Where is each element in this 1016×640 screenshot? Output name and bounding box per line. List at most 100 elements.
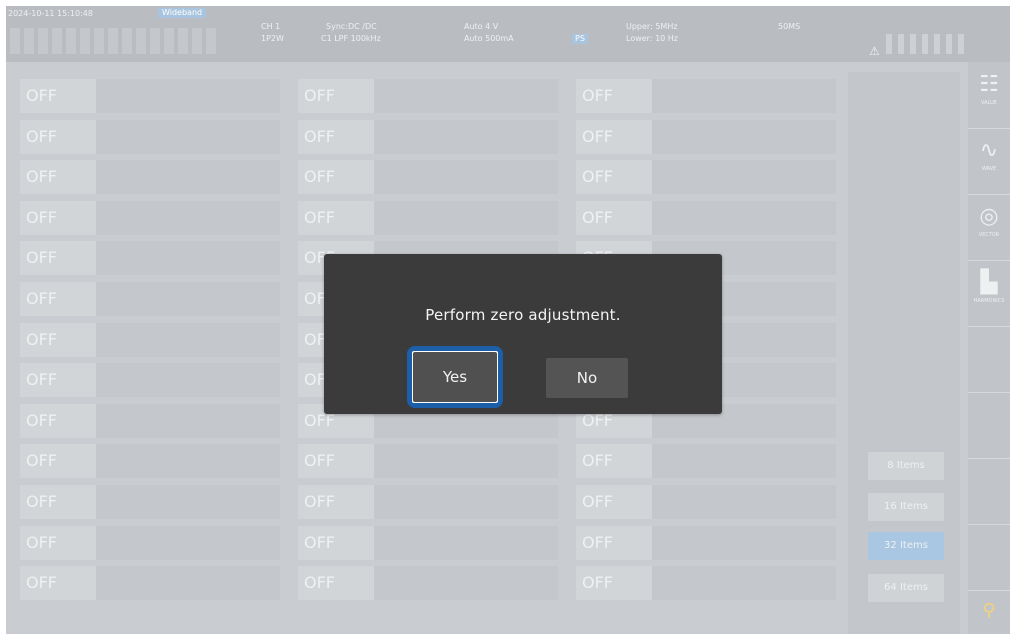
items-16-button[interactable]: 16 Items (868, 493, 944, 521)
measurement-cell[interactable]: OFF (20, 566, 280, 601)
cell-value-off: OFF (576, 160, 652, 195)
measurement-row: OFF (20, 76, 284, 117)
measurement-cell[interactable]: OFF (20, 444, 280, 479)
measurement-row: OFF (20, 157, 284, 198)
measurement-cell[interactable]: OFF (20, 200, 280, 235)
measurement-cell[interactable]: OFF (20, 241, 280, 276)
items-64-button[interactable]: 64 Items (868, 574, 944, 602)
measurement-row: OFF (20, 279, 284, 320)
measurement-row: OFF (20, 482, 284, 523)
measurement-cell[interactable]: OFF (298, 119, 558, 154)
measurement-cell[interactable]: OFF (20, 363, 280, 398)
measurement-cell[interactable]: OFF (576, 200, 836, 235)
warning-triangle-icon: ⚠ (869, 44, 880, 58)
measurement-cell[interactable]: OFF (20, 484, 280, 519)
cell-value-off: OFF (298, 525, 374, 560)
wiring-text: 1P2W (261, 34, 284, 43)
mode-badge: Wideband (158, 8, 207, 18)
cell-value-off: OFF (576, 566, 652, 601)
cell-value-off: OFF (298, 566, 374, 601)
cell-value-off: OFF (298, 79, 374, 113)
measurement-cell[interactable]: OFF (20, 403, 280, 438)
yes-button[interactable]: Yes (410, 349, 500, 405)
lower-freq-text: Lower: 10 Hz (626, 34, 678, 43)
measurement-cell[interactable]: OFF (576, 119, 836, 154)
measurement-cell[interactable]: OFF (576, 525, 836, 560)
no-button[interactable]: No (546, 358, 628, 398)
cell-value-off: OFF (298, 160, 374, 195)
measurement-row: OFF (298, 482, 562, 523)
measurement-cell[interactable]: OFF (576, 79, 836, 113)
cell-value-off: OFF (576, 525, 652, 560)
measurement-row: OFF (20, 401, 284, 442)
measurement-row: OFF (576, 198, 840, 239)
measurement-row: OFF (576, 482, 840, 523)
ps-badge: PS (572, 34, 588, 44)
measurement-cell[interactable]: OFF (298, 79, 558, 113)
measurement-cell[interactable]: OFF (298, 525, 558, 560)
channel-dots (886, 34, 966, 54)
measurement-cell[interactable]: OFF (298, 484, 558, 519)
lpf-text: C1 LPF 100kHz (321, 34, 381, 43)
cell-value-off: OFF (298, 444, 374, 479)
cell-value-off: OFF (576, 119, 652, 154)
cell-value-off: OFF (20, 200, 96, 235)
items-32-button[interactable]: 32 Items (868, 532, 944, 560)
measurement-cell[interactable]: OFF (20, 160, 280, 195)
measurement-cell[interactable]: OFF (576, 566, 836, 601)
cell-value-off: OFF (576, 200, 652, 235)
measurement-row: OFF (298, 563, 562, 604)
measurement-cell[interactable]: OFF (576, 484, 836, 519)
cell-value-off: OFF (20, 281, 96, 316)
measurement-cell[interactable]: OFF (298, 200, 558, 235)
measurement-row: OFF (576, 441, 840, 482)
cell-value-off: OFF (20, 79, 96, 113)
measurement-cell[interactable]: OFF (576, 444, 836, 479)
cell-value-off: OFF (20, 566, 96, 601)
sample-rate-text: 50MS (778, 22, 801, 31)
status-bar: 2024-10-11 15:10:48 Wideband CH 1 1P2W S… (6, 6, 1010, 62)
cell-value-off: OFF (20, 403, 96, 438)
screen-sidebar: ☷ VALUE ∿ WAVE ◎ VECTOR ▙ HARMONICS ⚲ (968, 62, 1010, 634)
measurement-row: OFF (576, 563, 840, 604)
measurement-row: OFF (20, 360, 284, 401)
measurement-cell[interactable]: OFF (576, 160, 836, 195)
cell-value-off: OFF (20, 241, 96, 276)
cell-value-off: OFF (576, 79, 652, 113)
measurement-row: OFF (20, 320, 284, 361)
measurement-row: OFF (298, 198, 562, 239)
measurement-cell[interactable]: OFF (20, 119, 280, 154)
item-count-panel: 8 Items 16 Items 32 Items 64 Items (848, 72, 960, 634)
cell-value-off: OFF (20, 363, 96, 398)
measurement-row: OFF (576, 157, 840, 198)
dialog-message: Perform zero adjustment. (425, 306, 621, 324)
waveform-icon[interactable]: ∿ WAVE (972, 136, 1006, 186)
measurement-cell[interactable]: OFF (20, 525, 280, 560)
measurement-cell[interactable]: OFF (20, 79, 280, 113)
measurement-row: OFF (20, 441, 284, 482)
measurement-cell[interactable]: OFF (20, 281, 280, 316)
items-8-button[interactable]: 8 Items (868, 452, 944, 480)
harmonics-icon[interactable]: ▙ HARMONICS (972, 268, 1006, 318)
measurement-cell[interactable]: OFF (298, 566, 558, 601)
upper-freq-text: Upper: 5MHz (626, 22, 678, 31)
measurement-cell[interactable]: OFF (20, 322, 280, 357)
value-display-icon[interactable]: ☷ VALUE (972, 70, 1006, 120)
cell-value-off: OFF (20, 119, 96, 154)
instrument-screen: 2024-10-11 15:10:48 Wideband CH 1 1P2W S… (6, 6, 1010, 634)
measurement-row: OFF (20, 238, 284, 279)
cell-value-off: OFF (298, 119, 374, 154)
cell-value-off: OFF (20, 322, 96, 357)
zero-adjust-icon[interactable]: ⚲ (972, 596, 1006, 632)
cell-value-off: OFF (298, 484, 374, 519)
sync-text: Sync:DC /DC (326, 22, 377, 31)
measurement-row: OFF (576, 117, 840, 158)
measurement-cell[interactable]: OFF (298, 160, 558, 195)
datetime-text: 2024-10-11 15:10:48 (8, 9, 93, 18)
vector-icon[interactable]: ◎ VECTOR (972, 202, 1006, 252)
cell-value-off: OFF (20, 160, 96, 195)
measurement-row: OFF (20, 117, 284, 158)
measurement-column-1: OFF OFF OFF OFF OFF OFF OFF OFF OFF OFF OFF OFF OFF (20, 76, 284, 604)
zero-adjust-dialog: Perform zero adjustment. Yes No (324, 254, 722, 414)
measurement-cell[interactable]: OFF (298, 444, 558, 479)
